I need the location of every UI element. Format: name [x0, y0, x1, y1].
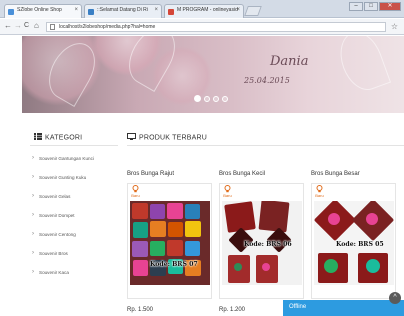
product-title[interactable]: Bros Bunga Kecil — [219, 171, 265, 177]
scroll-to-top-button[interactable]: ^ — [389, 292, 401, 304]
category-item[interactable]: › Souvenir Kaca — [30, 264, 120, 280]
tab-s2lobe-online-shop[interactable]: SZlobe Online Shop × — [4, 4, 82, 18]
category-label: Souvenir Gantungan Kunci — [39, 155, 94, 161]
category-list: › Souvenir Gantungan Kunci › Souvenir Gunt… — [30, 150, 120, 283]
slide-dot-1[interactable] — [194, 95, 201, 102]
new-badge: Baru — [129, 185, 142, 202]
new-badge-label: Baru — [131, 193, 140, 198]
chevron-right-icon: › — [32, 231, 34, 237]
slide-dot-4[interactable] — [222, 95, 228, 102]
product-price: Rp. 1.500 — [127, 307, 154, 313]
minimize-button[interactable]: – — [349, 2, 363, 11]
monitor-icon — [127, 133, 136, 142]
close-window-button[interactable]: ✕ — [379, 2, 401, 11]
new-tab-button[interactable] — [244, 6, 262, 16]
categories-divider — [30, 145, 118, 146]
chevron-right-icon: › — [32, 269, 34, 275]
window-controls: – □ ✕ — [349, 2, 401, 11]
new-badge: Baru — [313, 185, 326, 202]
product-image[interactable]: Kode: BRS 06 — [222, 201, 302, 285]
products-heading-label: PRODUK TERBARU — [139, 134, 208, 142]
back-button[interactable]: ← — [4, 21, 12, 30]
url-text: localhost/s2lobeshop/media.php?hal=home — [59, 24, 156, 30]
slide-dot-3[interactable] — [213, 95, 219, 102]
product-code-label: Kode: BRS 05 — [336, 241, 384, 248]
hero-banner[interactable]: Dania 25.04.2015 — [22, 36, 404, 113]
categories-heading-label: KATEGORI — [45, 134, 83, 142]
address-toolbar: ← → C ⌂ localhost/s2lobeshop/media.php?h… — [0, 19, 404, 35]
category-item[interactable]: › Souvenir Bros — [30, 245, 120, 261]
home-button[interactable]: ⌂ — [34, 21, 39, 30]
new-badge: Baru — [221, 185, 234, 202]
product-title[interactable]: Bros Bunga Besar — [311, 171, 360, 177]
chevron-right-icon: › — [32, 212, 34, 218]
lightbulb-icon — [132, 185, 139, 193]
product-card[interactable]: Baru Kode: BRS 05 — [311, 183, 396, 299]
banner-leaf-decoration — [332, 36, 392, 97]
tab-label: ::Selamat Datang Di Ri — [97, 7, 148, 13]
tab-selamat-datang[interactable]: ::Selamat Datang Di Ri × — [84, 4, 162, 18]
category-label: Souvenir Kaca — [39, 269, 69, 275]
tab-label: M PROGRAM - onlineyasid — [177, 7, 238, 13]
products-heading: PRODUK TERBARU — [127, 133, 207, 142]
list-icon — [34, 133, 42, 142]
tab-program-online[interactable]: M PROGRAM - onlineyasid × — [164, 4, 244, 18]
category-item[interactable]: › Souvenir Dompet — [30, 207, 120, 223]
new-badge-label: Baru — [223, 193, 232, 198]
chat-status-label: Offline — [289, 304, 307, 310]
browser-tab-bar: SZlobe Online Shop × ::Selamat Datang Di… — [0, 0, 404, 18]
chevron-right-icon: › — [32, 155, 34, 161]
product-code-label: Kode: BRS 06 — [244, 241, 292, 248]
product-card[interactable]: Baru Kode: BRS 06 — [219, 183, 304, 299]
slider-pagination — [194, 95, 228, 102]
maximize-button[interactable]: □ — [364, 2, 378, 11]
category-label: Souvenir Gunting Kuku — [39, 174, 87, 180]
category-label: Souvenir Bros — [39, 250, 68, 256]
product-code-label: Kode: BRS 07 — [150, 261, 198, 268]
close-tab-icon[interactable]: × — [154, 7, 158, 13]
tab-label: SZlobe Online Shop — [17, 7, 62, 13]
new-badge-label: Baru — [315, 193, 324, 198]
product-image[interactable]: Kode: BRS 07 — [130, 201, 210, 285]
banner-name-text: Dania — [270, 54, 309, 69]
category-label: Souvenir Centong — [39, 231, 76, 237]
category-item[interactable]: › Souvenir Centong — [30, 226, 120, 242]
chevron-right-icon: › — [32, 174, 34, 180]
forward-button[interactable]: → — [14, 21, 22, 30]
banner-date-text: 25.04.2015 — [244, 76, 290, 85]
bookmark-star-icon[interactable]: ☆ — [391, 22, 398, 31]
category-item[interactable]: › Souvenir Gunting Kuku — [30, 169, 120, 185]
category-label: Souvenir Dompet — [39, 212, 75, 218]
chevron-up-icon: ^ — [393, 294, 397, 301]
slide-dot-2[interactable] — [204, 95, 210, 102]
close-tab-icon[interactable]: × — [236, 7, 240, 13]
product-price: Rp. 1.200 — [219, 307, 246, 313]
chevron-right-icon: › — [32, 193, 34, 199]
close-tab-icon[interactable]: × — [74, 7, 78, 13]
page-favicon-icon — [88, 9, 94, 15]
reload-button[interactable]: C — [24, 22, 29, 29]
chat-widget[interactable]: Offline — [283, 300, 404, 316]
category-label: Souvenir Gelas — [39, 193, 71, 199]
gmail-favicon-icon — [168, 9, 174, 15]
site-favicon-icon — [8, 9, 14, 15]
product-card[interactable]: Baru Kode: BRS 07 — [127, 183, 212, 299]
lightbulb-icon — [224, 185, 231, 193]
products-divider — [127, 145, 404, 146]
product-title[interactable]: Bros Bunga Rajut — [127, 171, 174, 177]
page-icon — [50, 24, 55, 30]
url-field[interactable]: localhost/s2lobeshop/media.php?hal=home — [46, 22, 386, 32]
category-item[interactable]: › Souvenir Gantungan Kunci — [30, 150, 120, 166]
lightbulb-icon — [316, 185, 323, 193]
category-item[interactable]: › Souvenir Gelas — [30, 188, 120, 204]
chevron-right-icon: › — [32, 250, 34, 256]
categories-heading: KATEGORI — [34, 133, 82, 142]
product-image[interactable]: Kode: BRS 05 — [314, 201, 394, 285]
